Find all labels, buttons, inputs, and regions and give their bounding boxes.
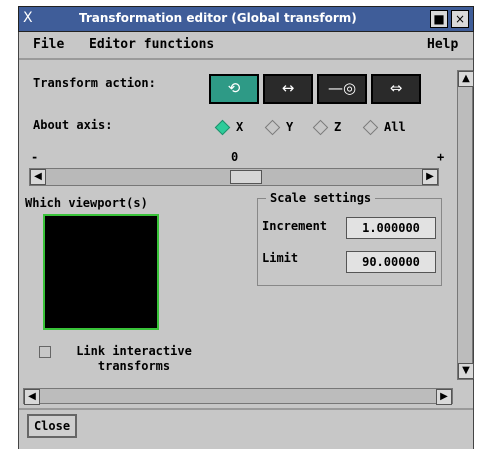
- increment-label: Increment: [262, 219, 328, 233]
- x-app-icon: X: [23, 10, 33, 26]
- close-button[interactable]: Close: [27, 414, 77, 438]
- about-axis-label: About axis:: [33, 118, 113, 132]
- menu-help[interactable]: Help: [427, 37, 458, 52]
- slider-thumb[interactable]: [230, 170, 262, 184]
- scroll-right-icon[interactable]: ▶: [436, 389, 452, 405]
- axis-z-radio[interactable]: Z: [312, 119, 341, 136]
- close-window-button[interactable]: ×: [451, 10, 469, 28]
- scroll-up-icon[interactable]: ▲: [458, 71, 474, 87]
- translate-button[interactable]: ↔: [263, 74, 313, 104]
- radio-on-icon: [214, 119, 231, 136]
- rotate-button[interactable]: ⟲: [209, 74, 259, 104]
- slider-max-label: +: [437, 150, 445, 164]
- scale-target-icon: —◎: [327, 79, 357, 97]
- right-arrow-icon[interactable]: ▶: [422, 169, 438, 185]
- increment-field[interactable]: 1.000000: [346, 217, 436, 239]
- window-title: Transformation editor (Global transform): [79, 11, 357, 25]
- value-slider[interactable]: ◀ ▶: [29, 168, 439, 186]
- axis-all-radio[interactable]: All: [362, 119, 406, 136]
- vertical-scrollbar[interactable]: ▲ ▼: [457, 70, 474, 380]
- slider-zero-label: 0: [231, 150, 239, 164]
- translate-arrows-icon: ↔: [281, 79, 295, 97]
- minimize-button[interactable]: ■: [430, 10, 448, 28]
- transform-action-label: Transform action:: [33, 76, 156, 90]
- menu-bar: File Editor functions Help: [19, 32, 473, 60]
- scale-button[interactable]: —◎: [317, 74, 367, 104]
- axis-x-radio[interactable]: X: [214, 119, 243, 136]
- rotate-icon: ⟲: [227, 79, 241, 97]
- radio-off-icon: [362, 119, 379, 136]
- dialog-body: File Editor functions Help Transform act…: [18, 32, 474, 449]
- menu-file[interactable]: File: [33, 37, 64, 52]
- axis-y-radio[interactable]: Y: [264, 119, 293, 136]
- radio-off-icon: [264, 119, 281, 136]
- scroll-left-icon[interactable]: ◀: [24, 389, 40, 405]
- scale-settings-title: Scale settings: [266, 191, 376, 205]
- scroll-down-icon[interactable]: ▼: [458, 363, 474, 379]
- horizontal-scrollbar[interactable]: ◀ ▶: [23, 388, 453, 405]
- link-checkbox[interactable]: [39, 346, 51, 358]
- title-bar[interactable]: X Transformation editor (Global transfor…: [18, 6, 474, 32]
- menu-editor-functions[interactable]: Editor functions: [89, 37, 214, 52]
- move-arrows-icon: ⇔: [389, 79, 403, 97]
- viewport-selector[interactable]: [43, 214, 159, 330]
- limit-field[interactable]: 90.00000: [346, 251, 436, 273]
- radio-off-icon: [312, 119, 329, 136]
- left-arrow-icon[interactable]: ◀: [30, 169, 46, 185]
- bottom-separator: [19, 408, 473, 410]
- transformation-editor-window: X Transformation editor (Global transfor…: [0, 0, 482, 449]
- slider-min-label: -: [31, 150, 39, 164]
- link-label: Link interactive transforms: [76, 344, 192, 373]
- viewport-label: Which viewport(s): [25, 196, 148, 210]
- limit-label: Limit: [262, 251, 299, 265]
- move-button[interactable]: ⇔: [371, 74, 421, 104]
- transform-panel: Transform action: ⟲ ↔ —◎ ⇔ About axis: X…: [21, 62, 451, 418]
- scale-settings-group: Scale settings Increment 1.000000 Limit …: [257, 191, 442, 286]
